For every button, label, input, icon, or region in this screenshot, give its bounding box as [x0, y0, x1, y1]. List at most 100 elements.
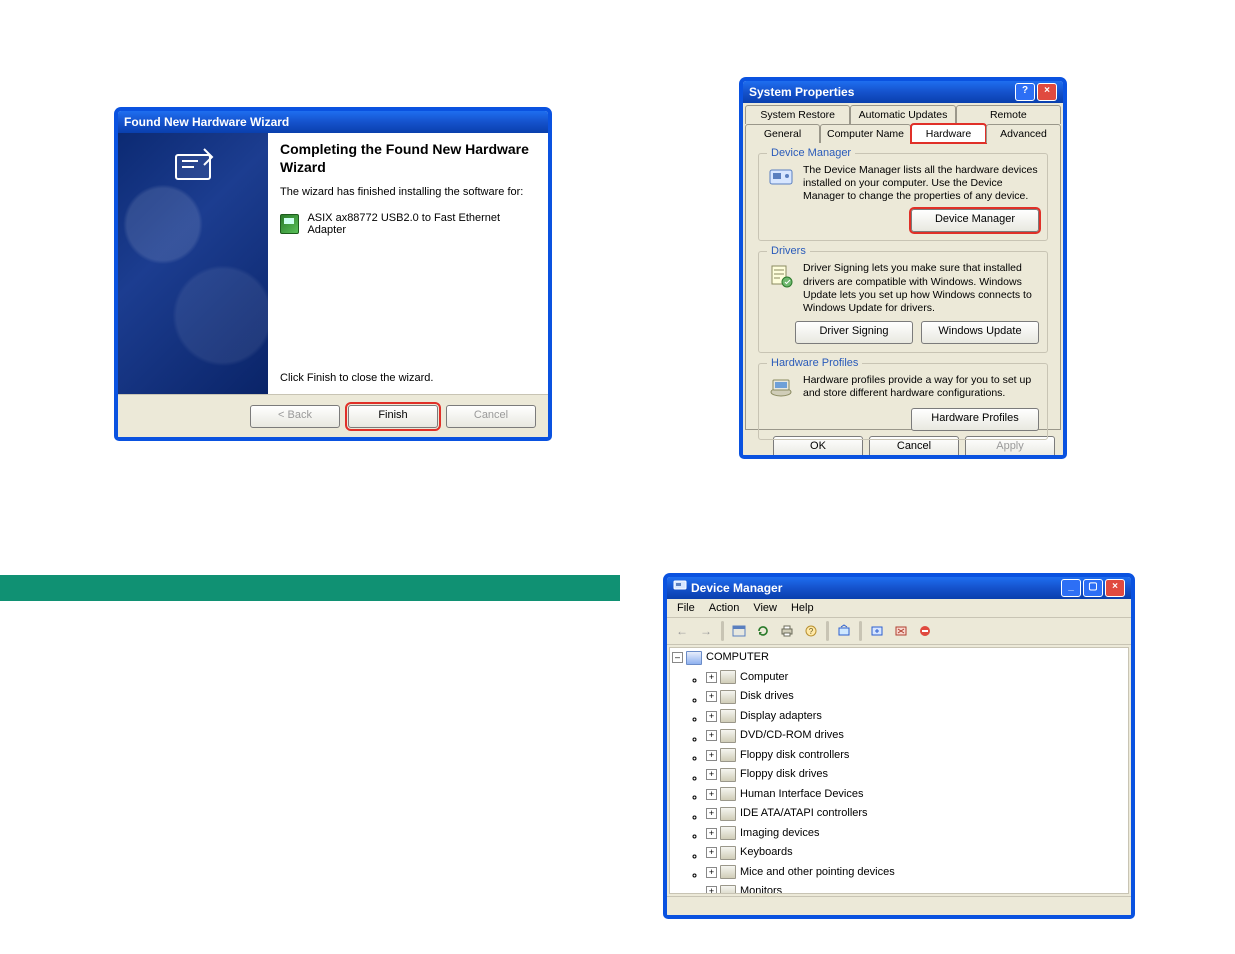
device-category-icon [720, 729, 736, 743]
tool-uninstall-icon[interactable] [890, 620, 912, 642]
drivers-group: Drivers Driver Signing lets you make sur… [758, 251, 1048, 353]
device-category-icon [720, 709, 736, 723]
sysprop-title: System Properties [749, 81, 854, 103]
drivers-text: Driver Signing lets you make sure that i… [803, 262, 1039, 315]
tab-automatic-updates[interactable]: Automatic Updates [850, 105, 955, 124]
device-manager-text: The Device Manager lists all the hardwar… [803, 164, 1039, 203]
cancel-button[interactable]: Cancel [446, 405, 536, 428]
hardware-profiles-legend: Hardware Profiles [767, 357, 862, 369]
hardware-profiles-text: Hardware profiles provide a way for you … [803, 374, 1039, 400]
tree-group[interactable]: DVD/CD-ROM drives [706, 728, 1128, 748]
drivers-legend: Drivers [767, 245, 810, 257]
tree-group[interactable]: Disk drives [706, 689, 1128, 709]
wizard-footnote: Click Finish to close the wizard. [280, 372, 534, 390]
toolbar-separator [721, 621, 724, 641]
wizard-sidebar-graphic [118, 133, 268, 394]
help-icon[interactable]: ? [1015, 83, 1035, 101]
device-category-icon [720, 690, 736, 704]
device-manager-title-icon [673, 577, 687, 599]
wizard-button-bar: < Back Finish Cancel [118, 394, 548, 437]
section-heading-bar [0, 575, 620, 601]
nav-back-icon[interactable]: ← [671, 620, 693, 642]
tab-remote[interactable]: Remote [956, 105, 1061, 124]
maximize-icon[interactable]: ▢ [1083, 579, 1103, 597]
found-new-hardware-wizard-window: Found New Hardware Wizard Completing the… [115, 108, 551, 440]
devmgr-statusbar [667, 896, 1131, 915]
device-category-icon [720, 807, 736, 821]
finish-button[interactable]: Finish [348, 405, 438, 428]
tab-system-restore[interactable]: System Restore [745, 105, 850, 124]
driver-signing-button[interactable]: Driver Signing [795, 321, 913, 344]
tool-properties-icon[interactable] [728, 620, 750, 642]
tool-scan-hardware-icon[interactable] [833, 620, 855, 642]
tree-group[interactable]: Mice and other pointing devices [706, 865, 1128, 885]
tree-group[interactable]: Computer [706, 670, 1128, 690]
tree-group[interactable]: Floppy disk drives [706, 767, 1128, 787]
device-category-icon [720, 787, 736, 801]
wizard-device-name: ASIX ax88772 USB2.0 to Fast Ethernet Ada… [307, 212, 534, 236]
wizard-title: Found New Hardware Wizard [124, 111, 289, 133]
nav-forward-icon[interactable]: → [695, 620, 717, 642]
device-manager-legend: Device Manager [767, 147, 855, 159]
drivers-icon [767, 262, 795, 290]
tab-advanced[interactable]: Advanced [986, 124, 1061, 143]
tool-update-driver-icon[interactable] [866, 620, 888, 642]
tree-group[interactable]: Keyboards [706, 845, 1128, 865]
hardware-profiles-group: Hardware Profiles Hardware profiles prov… [758, 363, 1048, 440]
menu-view[interactable]: View [747, 602, 783, 614]
devmgr-toolbar: ← → ? [667, 618, 1131, 645]
devmgr-close-icon[interactable]: × [1105, 579, 1125, 597]
tree-group[interactable]: Floppy disk controllers [706, 748, 1128, 768]
windows-update-button[interactable]: Windows Update [921, 321, 1039, 344]
computer-icon [686, 651, 702, 665]
tool-disable-icon[interactable] [914, 620, 936, 642]
devmgr-title: Device Manager [691, 577, 782, 599]
tab-computer-name[interactable]: Computer Name [820, 124, 911, 143]
device-category-icon [720, 748, 736, 762]
device-manager-button[interactable]: Device Manager [911, 209, 1039, 232]
tree-root[interactable]: COMPUTER ComputerDisk drivesDisplay adap… [672, 650, 1128, 894]
menu-action[interactable]: Action [703, 602, 746, 614]
devmgr-tree[interactable]: COMPUTER ComputerDisk drivesDisplay adap… [669, 647, 1129, 894]
tab-hardware[interactable]: Hardware [911, 124, 986, 143]
tool-help-icon[interactable]: ? [800, 620, 822, 642]
tree-group[interactable]: Monitors [706, 884, 1128, 894]
network-adapter-icon [280, 214, 299, 234]
toolbar-separator [826, 621, 829, 641]
back-button[interactable]: < Back [250, 405, 340, 428]
wizard-headline: Completing the Found New Hardware Wizard [280, 141, 534, 176]
menu-help[interactable]: Help [785, 602, 820, 614]
tree-group[interactable]: Human Interface Devices [706, 787, 1128, 807]
tree-group[interactable]: IDE ATA/ATAPI controllers [706, 806, 1128, 826]
tree-group[interactable]: Display adapters [706, 709, 1128, 729]
system-properties-window: System Properties ? × System Restore Aut… [740, 78, 1066, 458]
device-category-icon [720, 846, 736, 860]
device-manager-group: Device Manager The Device Manager lists … [758, 153, 1048, 241]
tool-refresh-icon[interactable] [752, 620, 774, 642]
device-manager-window: Device Manager _ ▢ × File Action View He… [664, 574, 1134, 918]
menu-file[interactable]: File [671, 602, 701, 614]
hardware-wizard-icon [168, 141, 218, 191]
hardware-profiles-button[interactable]: Hardware Profiles [911, 408, 1039, 431]
tree-group[interactable]: Imaging devices [706, 826, 1128, 846]
svg-text:?: ? [809, 627, 814, 636]
wizard-titlebar[interactable]: Found New Hardware Wizard [118, 111, 548, 133]
tab-general[interactable]: General [745, 124, 820, 143]
wizard-subtext: The wizard has finished installing the s… [280, 186, 534, 198]
minimize-icon[interactable]: _ [1061, 579, 1081, 597]
wizard-device-row: ASIX ax88772 USB2.0 to Fast Ethernet Ada… [280, 212, 534, 236]
devmgr-menubar: File Action View Help [667, 599, 1131, 618]
tool-print-icon[interactable] [776, 620, 798, 642]
hardware-profiles-icon [767, 374, 795, 402]
device-category-icon [720, 826, 736, 840]
sysprop-titlebar[interactable]: System Properties ? × [743, 81, 1063, 103]
device-manager-icon [767, 164, 795, 192]
device-category-icon [720, 670, 736, 684]
devmgr-titlebar[interactable]: Device Manager _ ▢ × [667, 577, 1131, 599]
toolbar-separator [859, 621, 862, 641]
device-category-icon [720, 768, 736, 782]
device-category-icon [720, 865, 736, 879]
close-icon[interactable]: × [1037, 83, 1057, 101]
sysprop-tabs: System Restore Automatic Updates Remote … [745, 105, 1061, 143]
device-category-icon [720, 885, 736, 895]
